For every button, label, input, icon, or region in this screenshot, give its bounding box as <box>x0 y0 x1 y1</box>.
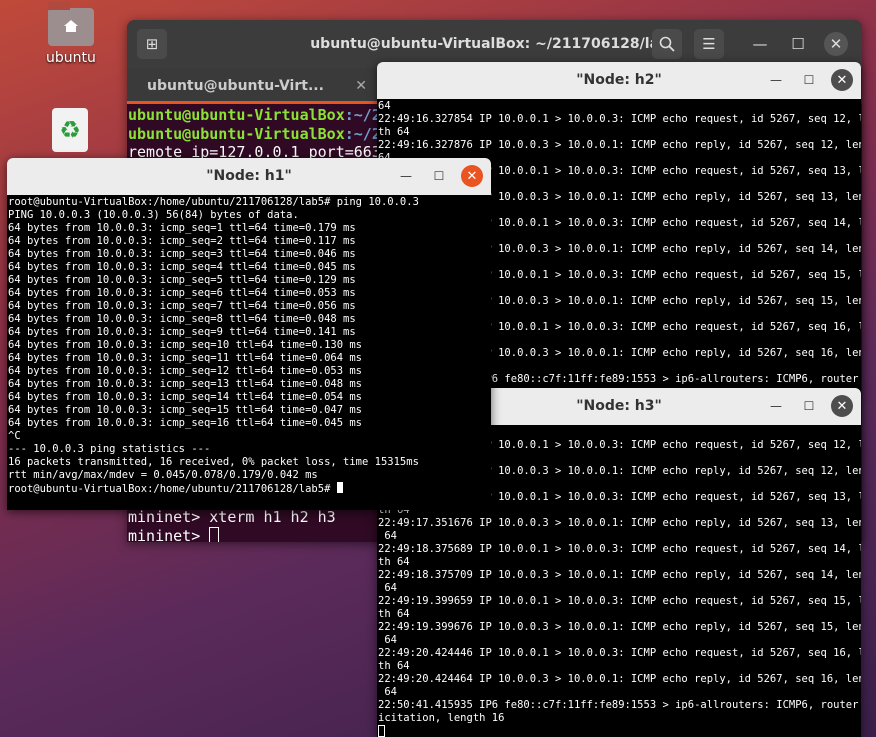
terminal-line: mininet> <box>128 526 210 543</box>
terminal-line: 64 bytes from 10.0.0.3: icmp_seq=3 ttl=6… <box>8 248 356 260</box>
terminal-line: 22:49:18.375689 IP 10.0.0.1 > 10.0.0.3: … <box>378 543 861 555</box>
house-icon <box>63 20 78 32</box>
window-title: "Node: h2" <box>576 72 662 88</box>
terminal-line: 64 bytes from 10.0.0.3: icmp_seq=9 ttl=6… <box>8 326 356 338</box>
terminal-line: rtt min/avg/max/mdev = 0.045/0.078/0.179… <box>8 469 318 481</box>
terminal-line: th 64 <box>378 608 410 620</box>
terminal-cursor <box>336 482 343 493</box>
search-icon[interactable] <box>652 29 682 59</box>
minimize-icon[interactable]: — <box>397 167 415 185</box>
terminal-line: root@ubuntu-VirtualBox:/home/ubuntu/2117… <box>8 196 419 208</box>
xterm-h2-header: "Node: h2" — ☐ ✕ <box>377 62 861 99</box>
terminal-line: 64 bytes from 10.0.0.3: icmp_seq=16 ttl=… <box>8 417 363 429</box>
close-icon[interactable]: ✕ <box>824 32 848 56</box>
terminal-line: th 64 <box>378 126 410 138</box>
main-terminal-header: ⊞ ubuntu@ubuntu-VirtualBox: ~/211706128/… <box>127 20 862 68</box>
close-icon[interactable]: ✕ <box>831 69 853 91</box>
terminal-line: 22:49:19.399676 IP 10.0.0.3 > 10.0.0.1: … <box>378 621 861 633</box>
desktop-icon-trash[interactable]: ♻ <box>52 108 88 152</box>
terminal-line: 64 bytes from 10.0.0.3: icmp_seq=11 ttl=… <box>8 352 363 364</box>
terminal-cursor <box>378 725 385 737</box>
terminal-line: 64 bytes from 10.0.0.3: icmp_seq=2 ttl=6… <box>8 235 356 247</box>
xterm-window-h1[interactable]: "Node: h1" — ☐ ✕ root@ubuntu-VirtualBox:… <box>7 158 491 510</box>
terminal-line: ^C <box>8 430 21 442</box>
window-title: "Node: h1" <box>206 168 292 184</box>
close-icon[interactable]: ✕ <box>831 395 853 417</box>
terminal-line: --- 10.0.0.3 ping statistics --- <box>8 443 211 455</box>
main-terminal-bottom-output[interactable]: mininet> xterm h1 h2 h3 mininet> <box>127 506 336 542</box>
terminal-line: 22:49:16.327854 IP 10.0.0.1 > 10.0.0.3: … <box>378 113 861 125</box>
terminal-line: 22:50:41.415935 IP6 fe80::c7f:11ff:fe89:… <box>378 699 861 711</box>
terminal-line: 22:49:19.399659 IP 10.0.0.1 > 10.0.0.3: … <box>378 595 861 607</box>
close-icon[interactable]: ✕ <box>461 165 483 187</box>
terminal-line: 64 bytes from 10.0.0.3: icmp_seq=10 ttl=… <box>8 339 363 351</box>
prompt-user: ubuntu@ubuntu-VirtualBox <box>128 106 345 124</box>
terminal-line: 64 bytes from 10.0.0.3: icmp_seq=6 ttl=6… <box>8 287 356 299</box>
terminal-line: 64 bytes from 10.0.0.3: icmp_seq=5 ttl=6… <box>8 274 356 286</box>
terminal-line: 22:49:20.424446 IP 10.0.0.1 > 10.0.0.3: … <box>378 647 861 659</box>
terminal-line: 22:49:20.424464 IP 10.0.0.3 > 10.0.0.1: … <box>378 673 861 685</box>
xterm-h1-output[interactable]: root@ubuntu-VirtualBox:/home/ubuntu/2117… <box>7 195 491 496</box>
maximize-icon[interactable]: ☐ <box>800 397 818 415</box>
terminal-line: 22:49:17.351676 IP 10.0.0.3 > 10.0.0.1: … <box>378 517 861 529</box>
terminal-line: 64 <box>378 634 397 646</box>
terminal-line: 64 <box>378 100 391 112</box>
terminal-line: 16 packets transmitted, 16 received, 0% … <box>8 456 419 468</box>
xterm-h1-header: "Node: h1" — ☐ ✕ <box>7 158 491 195</box>
maximize-icon[interactable]: ☐ <box>800 71 818 89</box>
terminal-line: PING 10.0.0.3 (10.0.0.3) 56(84) bytes of… <box>8 209 299 221</box>
prompt-path: :~/2 <box>344 106 381 124</box>
maximize-icon[interactable]: ☐ <box>430 167 448 185</box>
terminal-line: 64 bytes from 10.0.0.3: icmp_seq=8 ttl=6… <box>8 313 356 325</box>
terminal-line: 64 bytes from 10.0.0.3: icmp_seq=7 ttl=6… <box>8 300 356 312</box>
terminal-cursor <box>209 526 220 542</box>
terminal-line: 64 bytes from 10.0.0.3: icmp_seq=14 ttl=… <box>8 391 363 403</box>
home-folder-icon <box>47 2 94 46</box>
desktop-icon-home[interactable]: ubuntu <box>46 2 96 66</box>
terminal-line: mininet> xterm h1 h2 h3 <box>128 508 336 526</box>
trash-icon: ♻ <box>52 108 88 152</box>
prompt-user: ubuntu@ubuntu-VirtualBox <box>128 124 345 143</box>
terminal-line: 22:49:18.375709 IP 10.0.0.3 > 10.0.0.1: … <box>378 569 861 581</box>
tab-label: ubuntu@ubuntu-Virt... <box>147 78 324 94</box>
terminal-line: 64 <box>378 582 397 594</box>
terminal-line: 64 bytes from 10.0.0.3: icmp_seq=1 ttl=6… <box>8 222 356 234</box>
maximize-icon[interactable]: ☐ <box>783 29 813 59</box>
terminal-line: icitation, length 16 <box>378 712 505 724</box>
terminal-line: 64 bytes from 10.0.0.3: icmp_seq=13 ttl=… <box>8 378 363 390</box>
terminal-prompt: root@ubuntu-VirtualBox:/home/ubuntu/2117… <box>8 483 337 495</box>
minimize-icon[interactable]: — <box>767 397 785 415</box>
minimize-icon[interactable]: — <box>767 71 785 89</box>
prompt-path: :~/2 <box>344 124 381 143</box>
terminal-line: 64 bytes from 10.0.0.3: icmp_seq=12 ttl=… <box>8 365 363 377</box>
terminal-line: th 64 <box>378 660 410 672</box>
desktop-icon-label: ubuntu <box>46 50 96 66</box>
terminal-line: 22:49:16.327876 IP 10.0.0.3 > 10.0.0.1: … <box>378 139 861 151</box>
terminal-line: 64 <box>378 686 397 698</box>
minimize-icon[interactable]: — <box>745 29 775 59</box>
terminal-line: th 64 <box>378 556 410 568</box>
terminal-line: 64 bytes from 10.0.0.3: icmp_seq=4 ttl=6… <box>8 261 356 273</box>
tab-close-icon[interactable]: ✕ <box>355 68 367 104</box>
terminal-line: 64 <box>378 530 397 542</box>
terminal-line: 64 bytes from 10.0.0.3: icmp_seq=15 ttl=… <box>8 404 363 416</box>
hamburger-menu-icon[interactable]: ☰ <box>694 29 724 59</box>
terminal-tab[interactable]: ubuntu@ubuntu-Virt... ✕ <box>127 68 377 104</box>
